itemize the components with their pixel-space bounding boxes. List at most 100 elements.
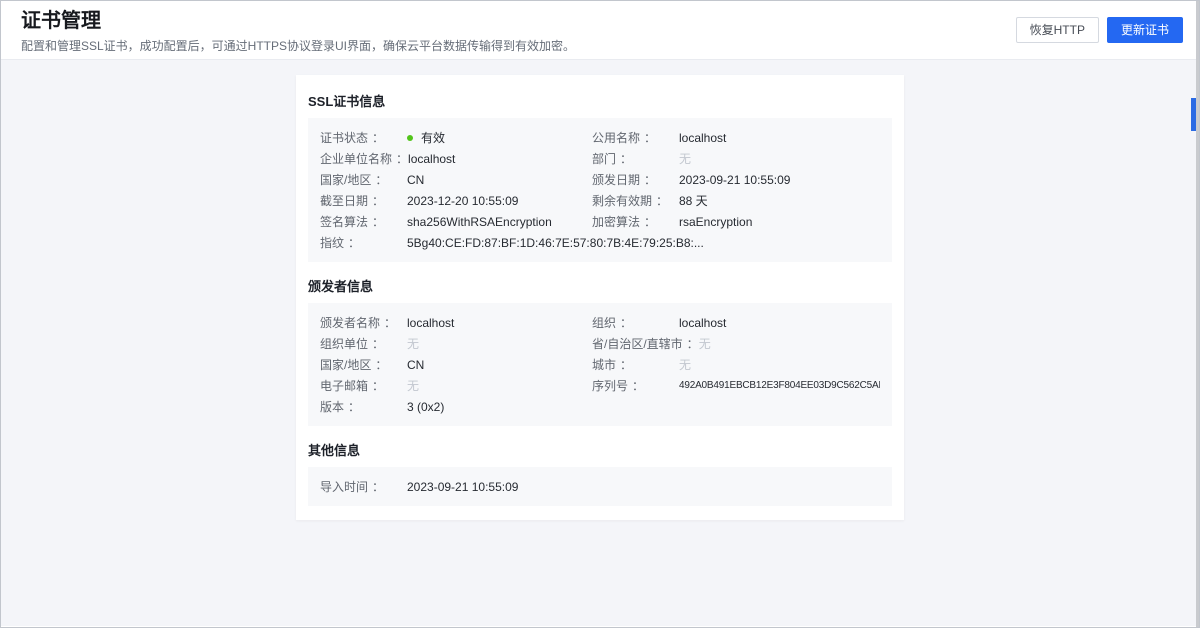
colon: ： <box>348 234 360 251</box>
field-value: 3 (0x2) <box>407 400 444 414</box>
field-value: rsaEncryption <box>679 215 752 229</box>
field-common-name: 公用名称： localhost <box>592 127 880 148</box>
field-label: 电子邮箱 <box>320 377 368 394</box>
field-value: CN <box>407 358 424 372</box>
field-label: 颁发者名称 <box>320 314 380 331</box>
field-label: 组织单位 <box>320 335 368 352</box>
content-area: SSL证书信息 证书状态： 有效 公用名称： localhost 企业单位名称：… <box>1 60 1199 626</box>
field-email: 电子邮箱： 无 <box>320 375 592 396</box>
section-issuer-info: 颁发者信息 颁发者名称： localhost 组织： localhost 组织单… <box>308 276 892 426</box>
field-org-unit: 组织单位： 无 <box>320 333 592 354</box>
field-value: CN <box>407 173 424 187</box>
section-title-other: 其他信息 <box>308 440 892 459</box>
colon: ： <box>644 129 656 146</box>
field-import-time: 导入时间： 2023-09-21 10:55:09 <box>320 476 592 497</box>
colon: ： <box>372 377 384 394</box>
field-value: 492A0B491EBCB12E3F804EE03D9C562C5AF828FB <box>679 380 880 391</box>
field-value: 有效 <box>421 129 445 146</box>
field-encryption-algorithm: 加密算法： rsaEncryption <box>592 211 880 232</box>
field-label: 省/自治区/直辖市 <box>592 335 683 352</box>
colon: ： <box>644 171 656 188</box>
field-label: 国家/地区 <box>320 356 371 373</box>
other-info-panel: 导入时间： 2023-09-21 10:55:09 <box>308 467 892 506</box>
field-country-region: 国家/地区： CN <box>320 169 592 190</box>
field-country-region: 国家/地区： CN <box>320 354 592 375</box>
field-label: 剩余有效期 <box>592 192 652 209</box>
colon: ： <box>687 335 699 352</box>
field-expiry-date: 截至日期： 2023-12-20 10:55:09 <box>320 190 592 211</box>
field-value: 2023-09-21 10:55:09 <box>679 173 790 187</box>
field-label: 城市 <box>592 356 616 373</box>
certificate-management-page: 证书管理 配置和管理SSL证书，成功配置后，可通过HTTPS协议登录UI界面，确… <box>0 0 1200 628</box>
field-value: 无 <box>679 356 691 373</box>
scrollbar-thumb[interactable] <box>1191 98 1196 131</box>
field-value: 2023-09-21 10:55:09 <box>407 480 518 494</box>
field-version: 版本： 3 (0x2) <box>320 396 592 417</box>
field-value: localhost <box>679 131 726 145</box>
field-issuer-name: 颁发者名称： localhost <box>320 312 592 333</box>
colon: ： <box>620 150 632 167</box>
colon: ： <box>372 335 384 352</box>
restore-http-button[interactable]: 恢复HTTP <box>1016 17 1099 43</box>
field-value: localhost <box>407 316 454 330</box>
field-label: 截至日期 <box>320 192 368 209</box>
colon: ： <box>396 150 408 167</box>
field-department: 部门： 无 <box>592 148 880 169</box>
page-title: 证书管理 <box>21 8 575 34</box>
page-subtitle: 配置和管理SSL证书，成功配置后，可通过HTTPS协议登录UI界面，确保云平台数… <box>21 39 575 53</box>
colon: ： <box>656 192 668 209</box>
field-serial-number: 序列号： 492A0B491EBCB12E3F804EE03D9C562C5AF… <box>592 375 880 396</box>
field-remaining-validity: 剩余有效期： 88 天 <box>592 190 880 211</box>
colon: ： <box>348 398 360 415</box>
field-label: 证书状态 <box>320 129 368 146</box>
field-signature-algorithm: 签名算法： sha256WithRSAEncryption <box>320 211 592 232</box>
colon: ： <box>372 129 384 146</box>
colon: ： <box>372 478 384 495</box>
field-label: 导入时间 <box>320 478 368 495</box>
colon: ： <box>375 356 387 373</box>
section-title-issuer: 颁发者信息 <box>308 276 892 295</box>
field-value: localhost <box>679 316 726 330</box>
field-value: 无 <box>679 150 691 167</box>
field-value: 88 天 <box>679 192 708 209</box>
field-label: 部门 <box>592 150 616 167</box>
section-ssl-info: SSL证书信息 证书状态： 有效 公用名称： localhost 企业单位名称：… <box>308 91 892 262</box>
field-label: 序列号 <box>592 377 628 394</box>
section-title-ssl: SSL证书信息 <box>308 91 892 110</box>
issuer-info-panel: 颁发者名称： localhost 组织： localhost 组织单位： 无 省… <box>308 303 892 426</box>
field-label: 指纹 <box>320 234 344 251</box>
field-value: sha256WithRSAEncryption <box>407 215 552 229</box>
colon: ： <box>644 213 656 230</box>
field-value: localhost <box>408 152 455 166</box>
update-certificate-button[interactable]: 更新证书 <box>1107 17 1183 43</box>
field-label: 组织 <box>592 314 616 331</box>
window-right-edge <box>1196 1 1199 627</box>
field-label: 公用名称 <box>592 129 640 146</box>
section-other-info: 其他信息 导入时间： 2023-09-21 10:55:09 <box>308 440 892 506</box>
field-organization: 组织： localhost <box>592 312 880 333</box>
colon: ： <box>372 192 384 209</box>
header-actions: 恢复HTTP 更新证书 <box>1016 17 1183 43</box>
colon: ： <box>632 377 644 394</box>
field-value: 无 <box>699 335 711 352</box>
colon: ： <box>372 213 384 230</box>
field-label: 颁发日期 <box>592 171 640 188</box>
ssl-info-panel: 证书状态： 有效 公用名称： localhost 企业单位名称： localho… <box>308 118 892 262</box>
colon: ： <box>620 314 632 331</box>
colon: ： <box>620 356 632 373</box>
field-cert-status: 证书状态： 有效 <box>320 127 592 148</box>
colon: ： <box>375 171 387 188</box>
colon: ： <box>384 314 396 331</box>
field-fingerprint: 指纹： 5Bg40:CE:FD:87:BF:1D:46:7E:57:80:7B:… <box>320 232 592 253</box>
header-text: 证书管理 配置和管理SSL证书，成功配置后，可通过HTTPS协议登录UI界面，确… <box>21 8 575 53</box>
field-enterprise-name: 企业单位名称： localhost <box>320 148 592 169</box>
valid-status-dot-icon <box>407 135 413 141</box>
field-label: 签名算法 <box>320 213 368 230</box>
field-label: 加密算法 <box>592 213 640 230</box>
field-label: 国家/地区 <box>320 171 371 188</box>
field-value: 5Bg40:CE:FD:87:BF:1D:46:7E:57:80:7B:4E:7… <box>407 236 704 250</box>
field-province: 省/自治区/直辖市： 无 <box>592 333 880 354</box>
field-label: 版本 <box>320 398 344 415</box>
field-city: 城市： 无 <box>592 354 880 375</box>
field-label: 企业单位名称 <box>320 150 392 167</box>
